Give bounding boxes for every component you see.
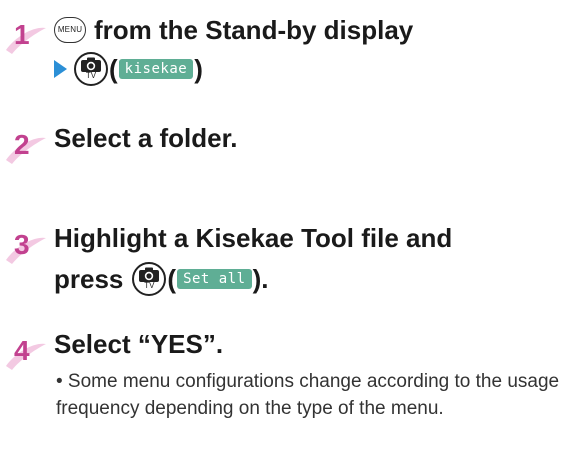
paren-close: ) <box>194 54 203 84</box>
step-1-text: from the Stand-by display <box>94 15 414 45</box>
menu-key-icon: MENU <box>54 17 86 43</box>
step-4: 4 Select “YES”. <box>0 326 578 370</box>
step-number: 3 <box>14 229 30 260</box>
step-number-badge: 3 <box>4 226 48 266</box>
step-number: 4 <box>14 335 30 366</box>
step-3-text: Highlight a Kisekae Tool file and <box>54 223 453 253</box>
right-arrow-icon <box>54 60 67 78</box>
step-number: 2 <box>14 129 30 160</box>
camera-tv-key-icon: TV <box>74 52 108 86</box>
paren-close: ). <box>252 264 269 294</box>
paren-open: ( <box>109 54 118 84</box>
usage-note: • Some menu configurations change accord… <box>56 371 560 419</box>
step-3-line-2: press TV ( Set all ). <box>54 262 268 296</box>
camera-tv-key-icon: TV <box>132 262 167 296</box>
step-number-badge: 2 <box>4 126 48 166</box>
step-number-badge: 4 <box>4 332 48 372</box>
tv-key-label: TV <box>85 71 97 80</box>
step-2-line-1: Select a folder. <box>54 122 238 154</box>
step-3-line-1: Highlight a Kisekae Tool file and <box>54 222 452 254</box>
step-4-line-1: Select “YES”. <box>54 328 223 360</box>
tv-key-label: TV <box>144 281 155 290</box>
step-2: 2 Select a folder. <box>0 118 578 168</box>
step-4-text: Select “YES”. <box>54 329 224 359</box>
step-number: 1 <box>14 19 30 50</box>
softkey-kisekae: kisekae <box>118 59 194 79</box>
step-1-line-1: MENU from the Stand-by display <box>54 14 413 46</box>
press-text: press <box>54 264 124 294</box>
step-2-text: Select a folder. <box>54 123 238 153</box>
step-1-line-2: TV ( kisekae ) <box>54 52 203 86</box>
step-number-badge: 1 <box>4 16 48 56</box>
step-1: 1 MENU from the Stand-by display TV ( ki… <box>0 8 578 88</box>
paren-open: ( <box>167 264 177 294</box>
softkey-set-all: Set all <box>177 269 252 289</box>
step-3: 3 Highlight a Kisekae Tool file and pres… <box>0 218 578 298</box>
